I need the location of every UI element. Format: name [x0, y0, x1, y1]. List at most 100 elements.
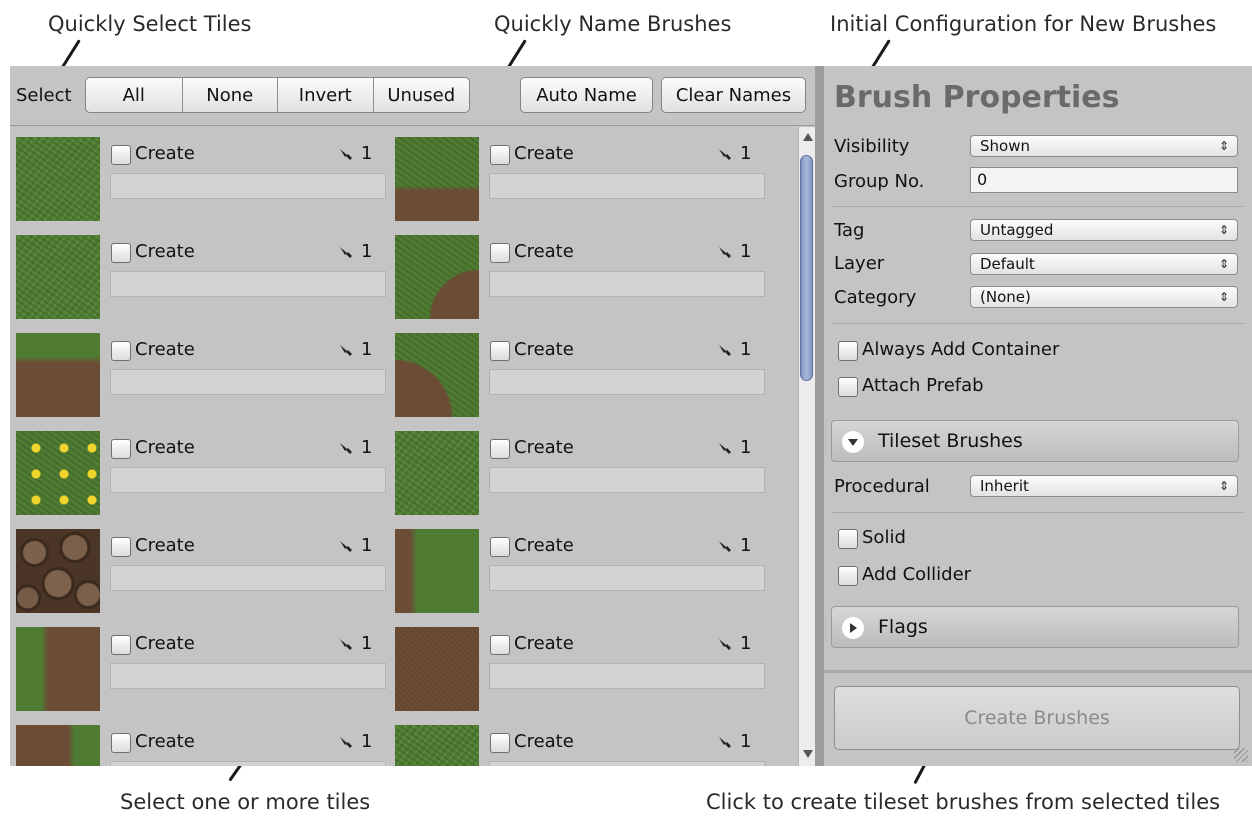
dropdown-arrow-icon: ⇕	[1218, 223, 1229, 237]
create-checkbox[interactable]	[490, 537, 510, 557]
tile-thumbnail[interactable]	[395, 137, 479, 221]
create-checkbox[interactable]	[111, 145, 131, 165]
category-dropdown[interactable]: (None) ⇕	[970, 286, 1238, 308]
brush-name-field[interactable]	[110, 761, 386, 766]
brush-name-field[interactable]	[110, 173, 386, 199]
paint-brush-icon	[717, 245, 733, 261]
procedural-dropdown[interactable]: Inherit ⇕	[970, 475, 1238, 497]
create-label: Create	[135, 731, 195, 752]
attach-prefab-label: Attach Prefab	[862, 375, 984, 396]
brush-name-field[interactable]	[489, 467, 765, 493]
dropdown-arrow-icon: ⇕	[1218, 257, 1229, 271]
brush-count: 1	[740, 339, 752, 360]
attach-prefab-checkbox[interactable]	[838, 377, 858, 397]
tag-dropdown[interactable]: Untagged ⇕	[970, 219, 1238, 241]
tile-thumbnail[interactable]	[16, 333, 100, 417]
brush-name-field[interactable]	[489, 369, 765, 395]
create-checkbox[interactable]	[111, 439, 131, 459]
brush-count: 1	[361, 731, 373, 752]
callout-select-tiles: Quickly Select Tiles	[48, 12, 252, 36]
paint-brush-icon	[717, 147, 733, 163]
tile-thumbnail[interactable]	[395, 431, 479, 515]
tile-thumbnail[interactable]	[16, 137, 100, 221]
create-checkbox[interactable]	[490, 733, 510, 753]
brush-name-field[interactable]	[489, 271, 765, 297]
tile-thumbnail[interactable]	[395, 333, 479, 417]
scroll-up-arrow-icon[interactable]	[803, 133, 813, 141]
brush-name-field[interactable]	[489, 663, 765, 689]
create-checkbox[interactable]	[490, 243, 510, 263]
tile-thumbnail[interactable]	[395, 529, 479, 613]
group-number-label: Group No.	[834, 171, 925, 192]
create-label: Create	[514, 535, 574, 556]
select-invert-button[interactable]: Invert	[278, 78, 374, 112]
callout-leader	[506, 39, 527, 69]
brush-count: 1	[361, 241, 373, 262]
create-label: Create	[135, 633, 195, 654]
procedural-label: Procedural	[834, 476, 930, 497]
brush-name-field[interactable]	[489, 761, 765, 766]
brush-name-field[interactable]	[110, 565, 386, 591]
clear-names-button[interactable]: Clear Names	[661, 77, 806, 113]
brush-properties-panel: Brush Properties Visibility Shown ⇕ Grou…	[824, 66, 1252, 766]
select-all-button[interactable]: All	[86, 78, 183, 112]
select-none-button[interactable]: None	[183, 78, 278, 112]
create-checkbox[interactable]	[490, 341, 510, 361]
scroll-down-arrow-icon[interactable]	[803, 750, 813, 758]
add-collider-label: Add Collider	[862, 564, 972, 585]
create-checkbox[interactable]	[111, 733, 131, 753]
create-checkbox[interactable]	[111, 341, 131, 361]
always-add-container-checkbox[interactable]	[838, 341, 858, 361]
foldout-expanded-icon	[842, 431, 864, 453]
create-label: Create	[514, 143, 574, 164]
add-collider-checkbox[interactable]	[838, 566, 858, 586]
brush-count: 1	[740, 535, 752, 556]
tile-thumbnail[interactable]	[16, 725, 100, 766]
solid-checkbox[interactable]	[838, 529, 858, 549]
brush-name-field[interactable]	[110, 271, 386, 297]
resize-grip-icon[interactable]	[1234, 748, 1248, 762]
create-label: Create	[514, 633, 574, 654]
brush-name-field[interactable]	[489, 173, 765, 199]
group-number-field[interactable]: 0	[970, 167, 1238, 193]
panel-splitter[interactable]	[815, 66, 824, 766]
flags-foldout[interactable]: Flags	[831, 606, 1239, 648]
tile-thumbnail[interactable]	[16, 529, 100, 613]
callout-leader	[60, 39, 81, 69]
create-checkbox[interactable]	[111, 537, 131, 557]
paint-brush-icon	[338, 637, 354, 653]
brush-count: 1	[740, 241, 752, 262]
tag-label: Tag	[834, 220, 865, 241]
brush-name-field[interactable]	[110, 663, 386, 689]
brush-name-field[interactable]	[110, 369, 386, 395]
layer-dropdown[interactable]: Default ⇕	[970, 253, 1238, 275]
brush-name-field[interactable]	[110, 467, 386, 493]
create-label: Create	[514, 437, 574, 458]
brush-count: 1	[740, 437, 752, 458]
create-label: Create	[514, 339, 574, 360]
category-label: Category	[834, 287, 917, 308]
brush-name-field[interactable]	[489, 565, 765, 591]
create-checkbox[interactable]	[490, 635, 510, 655]
create-checkbox[interactable]	[111, 635, 131, 655]
brush-count: 1	[361, 339, 373, 360]
tile-thumbnail[interactable]	[16, 431, 100, 515]
tile-thumbnail[interactable]	[395, 627, 479, 711]
tile-grid-scrollbar[interactable]	[798, 127, 815, 766]
create-checkbox[interactable]	[490, 439, 510, 459]
flags-label: Flags	[878, 616, 928, 638]
create-checkbox[interactable]	[111, 243, 131, 263]
tile-thumbnail[interactable]	[16, 235, 100, 319]
create-brushes-button[interactable]: Create Brushes	[834, 686, 1240, 750]
auto-name-button[interactable]: Auto Name	[520, 77, 653, 113]
tileset-brushes-foldout[interactable]: Tileset Brushes	[831, 420, 1239, 462]
tile-thumbnail[interactable]	[16, 627, 100, 711]
tile-thumbnail[interactable]	[395, 725, 479, 766]
create-label: Create	[135, 143, 195, 164]
visibility-dropdown[interactable]: Shown ⇕	[970, 135, 1238, 157]
tile-thumbnail[interactable]	[395, 235, 479, 319]
category-value: (None)	[980, 288, 1031, 306]
create-checkbox[interactable]	[490, 145, 510, 165]
scroll-thumb[interactable]	[800, 155, 813, 381]
select-unused-button[interactable]: Unused	[374, 78, 470, 112]
